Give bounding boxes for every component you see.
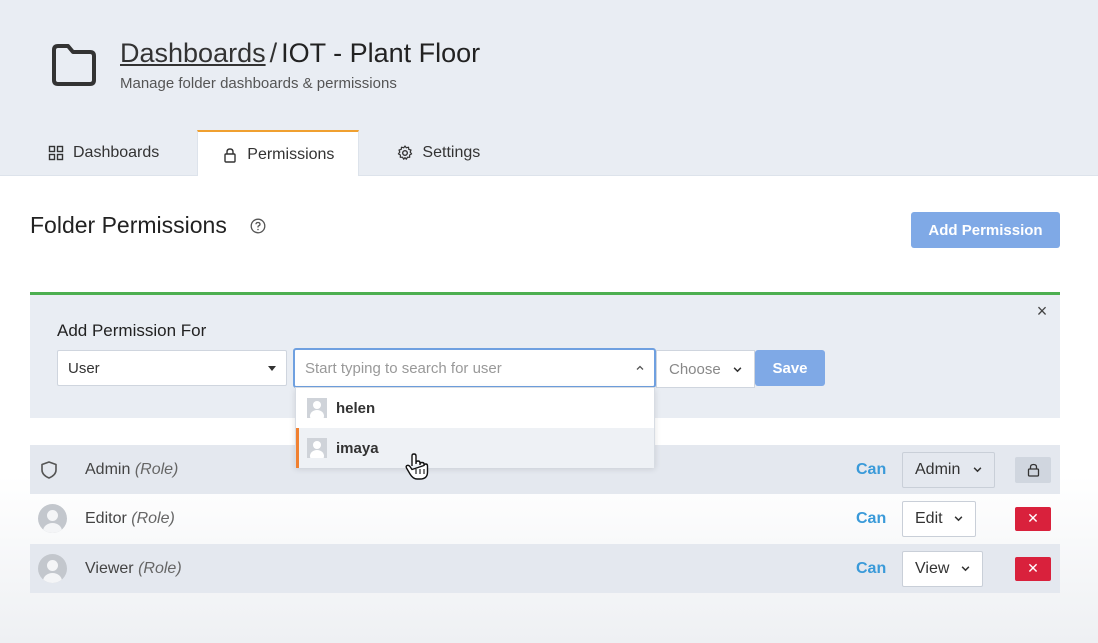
remove-permission-button[interactable]: ✕ — [1015, 556, 1051, 581]
permission-name: Editor (Role) — [85, 509, 175, 527]
tab-label: Settings — [422, 144, 481, 161]
can-label: Can — [856, 559, 887, 577]
avatar — [38, 504, 67, 533]
permission-row-editor: Editor (Role) Can Edit ✕ — [30, 494, 1060, 543]
page-title-block: Dashboards / IOT - Plant Floor Manage fold… — [120, 38, 480, 92]
permission-level-dropdown[interactable]: View — [902, 550, 983, 587]
level-value: Edit — [915, 509, 943, 527]
avatar — [307, 398, 327, 418]
shield-icon — [41, 460, 57, 479]
breadcrumb-separator: / — [269, 38, 278, 68]
folder-name: IOT - Plant Floor — [281, 38, 481, 68]
permission-type-select[interactable]: User — [57, 350, 287, 386]
caret-down-icon — [268, 365, 276, 371]
chevron-down-icon — [973, 467, 982, 473]
page-subtitle: Manage folder dashboards & permissions — [120, 75, 397, 92]
tab-bar: Dashboards Permissions Settings — [30, 130, 498, 177]
gear-icon — [398, 145, 413, 160]
tab-permissions[interactable]: Permissions — [197, 130, 360, 177]
page-title: Dashboards / IOT - Plant Floor — [120, 38, 480, 69]
permission-name: Viewer (Role) — [85, 559, 182, 577]
user-option-helen[interactable]: helen — [296, 388, 654, 428]
avatar — [38, 554, 67, 583]
tab-label: Dashboards — [73, 144, 160, 161]
folder-icon — [52, 44, 96, 86]
lock-icon — [224, 147, 236, 163]
chevron-down-icon — [733, 366, 742, 372]
chevron-up-icon — [636, 365, 644, 370]
close-panel-icon[interactable]: × — [1034, 301, 1050, 322]
permission-level-dropdown[interactable]: Edit — [902, 500, 976, 537]
section-title: Folder Permissions — [30, 212, 227, 238]
selected-type: User — [68, 359, 100, 377]
user-option-label: imaya — [336, 439, 379, 457]
can-label: Can — [856, 460, 887, 478]
grid-icon — [48, 145, 64, 161]
level-value: View — [915, 559, 950, 577]
permission-level-dropdown[interactable]: Admin — [902, 451, 995, 488]
selected-level: Choose — [669, 360, 721, 378]
permission-row-viewer: Viewer (Role) Can View ✕ — [30, 544, 1060, 593]
add-permission-button[interactable]: Add Permission — [911, 212, 1060, 248]
locked-permission-button — [1015, 456, 1051, 483]
lock-icon — [1027, 463, 1039, 477]
tab-dashboards[interactable]: Dashboards — [30, 130, 177, 176]
chevron-down-icon — [954, 516, 963, 522]
chevron-down-icon — [961, 566, 970, 572]
tab-settings[interactable]: Settings — [379, 130, 498, 176]
user-search-input[interactable]: Start typing to search for user — [293, 348, 656, 388]
save-button[interactable]: Save — [755, 350, 825, 386]
remove-permission-button[interactable]: ✕ — [1015, 506, 1051, 531]
user-option-label: helen — [336, 399, 376, 417]
search-placeholder: Start typing to search for user — [305, 359, 502, 377]
user-option-imaya[interactable]: imaya — [296, 428, 654, 468]
avatar — [307, 438, 327, 458]
breadcrumb-dashboards-link[interactable]: Dashboards — [120, 38, 266, 68]
user-suggestions-dropdown: helen imaya — [295, 387, 655, 468]
help-icon[interactable] — [250, 218, 266, 234]
permission-name: Admin (Role) — [85, 460, 179, 478]
add-permission-title: Add Permission For — [57, 321, 207, 340]
permission-level-select[interactable]: Choose — [656, 350, 755, 388]
hand-pointer-icon — [405, 453, 429, 480]
can-label: Can — [856, 509, 887, 527]
tab-label: Permissions — [247, 145, 335, 163]
level-value: Admin — [915, 460, 961, 478]
